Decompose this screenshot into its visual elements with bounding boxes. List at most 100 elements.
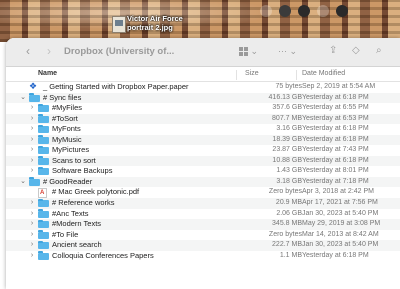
disclosure-collapsed-icon[interactable]: › xyxy=(28,240,36,251)
view-options-button[interactable]: ⌄ xyxy=(239,45,261,57)
list-item[interactable]: › # Reference works 20.9 MB Apr 17, 2021 at… xyxy=(6,198,400,209)
dropbox-paper-icon xyxy=(29,81,38,91)
column-date-modified[interactable]: Date Modified xyxy=(302,70,345,77)
column-size[interactable]: Size xyxy=(245,70,259,77)
sync-icon[interactable] xyxy=(298,5,310,17)
item-size: 357.6 GB xyxy=(272,104,302,112)
back-button[interactable]: ‹ xyxy=(26,44,30,58)
forward-button[interactable]: › xyxy=(47,44,51,58)
malwarebytes-icon[interactable] xyxy=(336,5,348,17)
item-date-modified: Sep 2, 2019 at 5:54 AM xyxy=(302,83,376,90)
disclosure-expanded-icon[interactable]: ⌄ xyxy=(19,177,27,188)
disclosure-collapsed-icon[interactable]: › xyxy=(28,166,36,177)
desktop-file-label-line1: Victor Air Force xyxy=(127,14,183,23)
list-item[interactable]: › #MyFiles 357.6 GB Yesterday at 6:55 PM xyxy=(6,103,400,114)
item-size: Zero bytes xyxy=(268,230,302,238)
menubar-status-icons xyxy=(260,5,348,17)
disclosure-collapsed-icon[interactable]: › xyxy=(28,145,36,156)
item-date-modified: Yesterday at 6:18 PM xyxy=(302,125,369,133)
list-item[interactable]: › MyFonts 3.16 GB Yesterday at 6:18 PM xyxy=(6,124,400,135)
search-icon[interactable]: ⌕ xyxy=(376,45,382,57)
disclosure-collapsed-icon[interactable]: › xyxy=(28,230,36,241)
wifi-icon[interactable] xyxy=(317,5,329,17)
item-date-modified: Jan 30, 2023 at 5:40 PM xyxy=(302,209,379,217)
item-name: Software Backups xyxy=(52,166,113,176)
column-divider[interactable] xyxy=(296,70,297,80)
ellipsis-icon: ··· xyxy=(278,46,287,56)
item-size: 416.13 GB xyxy=(268,93,302,101)
list-item[interactable]: _ Getting Started with Dropbox Paper.pap… xyxy=(6,81,400,93)
item-name: Ancient search xyxy=(52,240,102,250)
disclosure-collapsed-icon[interactable]: › xyxy=(28,114,36,125)
item-size: 3.18 GB xyxy=(276,177,302,185)
image-file-icon[interactable] xyxy=(112,16,126,33)
folder-icon xyxy=(38,240,49,250)
finder-toolbar: ‹ › Dropbox (University of... ⌄ ··· ⌄ ⇪ … xyxy=(6,38,400,67)
item-date-modified: Yesterday at 6:18 PM xyxy=(302,156,369,164)
desktop-wallpaper: Victor Air Force portrait 2.jpg xyxy=(0,0,400,42)
column-name[interactable]: Name xyxy=(38,70,57,77)
list-item[interactable]: › Ancient search 222.7 MB Jan 30, 2023 at 5… xyxy=(6,240,400,251)
folder-icon xyxy=(38,114,49,123)
list-item[interactable]: # Mac Greek polytonic.pdf Zero bytesApr 3… xyxy=(6,187,400,199)
share-icon[interactable]: ⇪ xyxy=(329,45,337,57)
pdf-file-icon xyxy=(38,188,47,199)
desktop-file-label[interactable]: Victor Air Force portrait 2.jpg xyxy=(127,14,183,32)
folder-icon xyxy=(38,230,49,239)
disclosure-expanded-icon[interactable]: ⌄ xyxy=(19,93,27,104)
list-item[interactable]: › MyMusic 18.39 GB Yesterday at 6:18 PM xyxy=(6,134,400,146)
list-item[interactable]: › Scans to sort 10.88 GB Yesterday at 6:18 … xyxy=(6,155,400,167)
item-date-modified: Apr 3, 2018 at 2:42 PM xyxy=(302,188,374,196)
item-date-modified: Mar 14, 2013 at 8:42 AM xyxy=(302,230,379,238)
disclosure-collapsed-icon[interactable]: › xyxy=(28,219,36,230)
item-size: 1.43 GB xyxy=(276,167,302,175)
tag-icon[interactable]: ◇ xyxy=(352,45,360,57)
list-item[interactable]: › #To File Zero bytes Mar 14, 2013 at 8:42 … xyxy=(6,230,400,241)
list-item[interactable]: ⌄ # GoodReader 3.18 GB Yesterday at 7:18 PM xyxy=(6,176,400,188)
item-size: 23.87 GB xyxy=(272,146,302,154)
item-size: 1.1 MB xyxy=(279,251,302,259)
item-name: MyPictures xyxy=(52,145,90,155)
folder-icon xyxy=(38,145,49,155)
item-name: Colloquia Conferences Papers xyxy=(52,250,154,260)
item-size: 75 bytes xyxy=(275,83,302,90)
item-name: # Sync files xyxy=(43,92,82,102)
item-size: 807.7 MB xyxy=(272,114,302,122)
disclosure-collapsed-icon[interactable]: › xyxy=(28,198,36,209)
item-size: 222.7 MB xyxy=(272,241,302,249)
disclosure-collapsed-icon[interactable]: › xyxy=(28,156,36,167)
list-item[interactable]: › Software Backups 1.43 GB Yesterday at 8:0… xyxy=(6,166,400,177)
item-size: 20.9 MB xyxy=(275,199,302,207)
disclosure-collapsed-icon[interactable]: › xyxy=(28,103,36,114)
item-name: #ToSort xyxy=(52,113,78,123)
desktop-file-label-line2: portrait 2.jpg xyxy=(127,23,173,32)
item-name: #MyFiles xyxy=(52,103,83,113)
disclosure-collapsed-icon[interactable]: › xyxy=(28,135,36,146)
action-menu-button[interactable]: ··· ⌄ xyxy=(278,45,297,57)
list-item[interactable]: › #Anc Texts 2.06 GB Jan 30, 2023 at 5:40 P… xyxy=(6,209,400,220)
chevron-down-icon: ⌄ xyxy=(289,46,298,56)
disclosure-collapsed-icon[interactable]: › xyxy=(28,251,36,262)
list-item[interactable]: ⌄ # Sync files 416.13 GB Yesterday at 6:18 … xyxy=(6,92,400,104)
siri-icon[interactable] xyxy=(260,5,272,17)
item-name: #Anc Texts xyxy=(52,208,89,218)
item-size: 3.16 GB xyxy=(276,125,302,133)
folder-icon xyxy=(38,166,49,176)
disclosure-collapsed-icon[interactable]: › xyxy=(28,124,36,135)
folder-icon xyxy=(38,156,49,165)
column-divider[interactable] xyxy=(236,70,237,80)
item-date-modified: Yesterday at 7:18 PM xyxy=(302,177,369,185)
item-date-modified: Jan 30, 2023 at 5:40 PM xyxy=(302,241,379,249)
item-size: 18.39 GB xyxy=(272,135,302,143)
disclosure-collapsed-icon[interactable]: › xyxy=(28,209,36,220)
list-item[interactable]: › Colloquia Conferences Papers 1.1 MB Yeste… xyxy=(6,251,400,262)
folder-icon xyxy=(38,103,49,113)
avast-icon[interactable] xyxy=(279,5,291,17)
list-item[interactable]: › #ToSort 807.7 MB Yesterday at 6:53 PM xyxy=(6,113,400,125)
list-item[interactable]: › MyPictures 23.87 GB Yesterday at 7:43 PM xyxy=(6,145,400,156)
grid-view-icon xyxy=(239,47,248,57)
item-date-modified: Yesterday at 6:18 PM xyxy=(302,251,369,259)
list-item[interactable]: › #Modern Texts 345.8 MB May 29, 2019 at 3:… xyxy=(6,219,400,230)
item-name: # GoodReader xyxy=(43,176,93,186)
item-date-modified: Yesterday at 6:53 PM xyxy=(302,114,369,122)
